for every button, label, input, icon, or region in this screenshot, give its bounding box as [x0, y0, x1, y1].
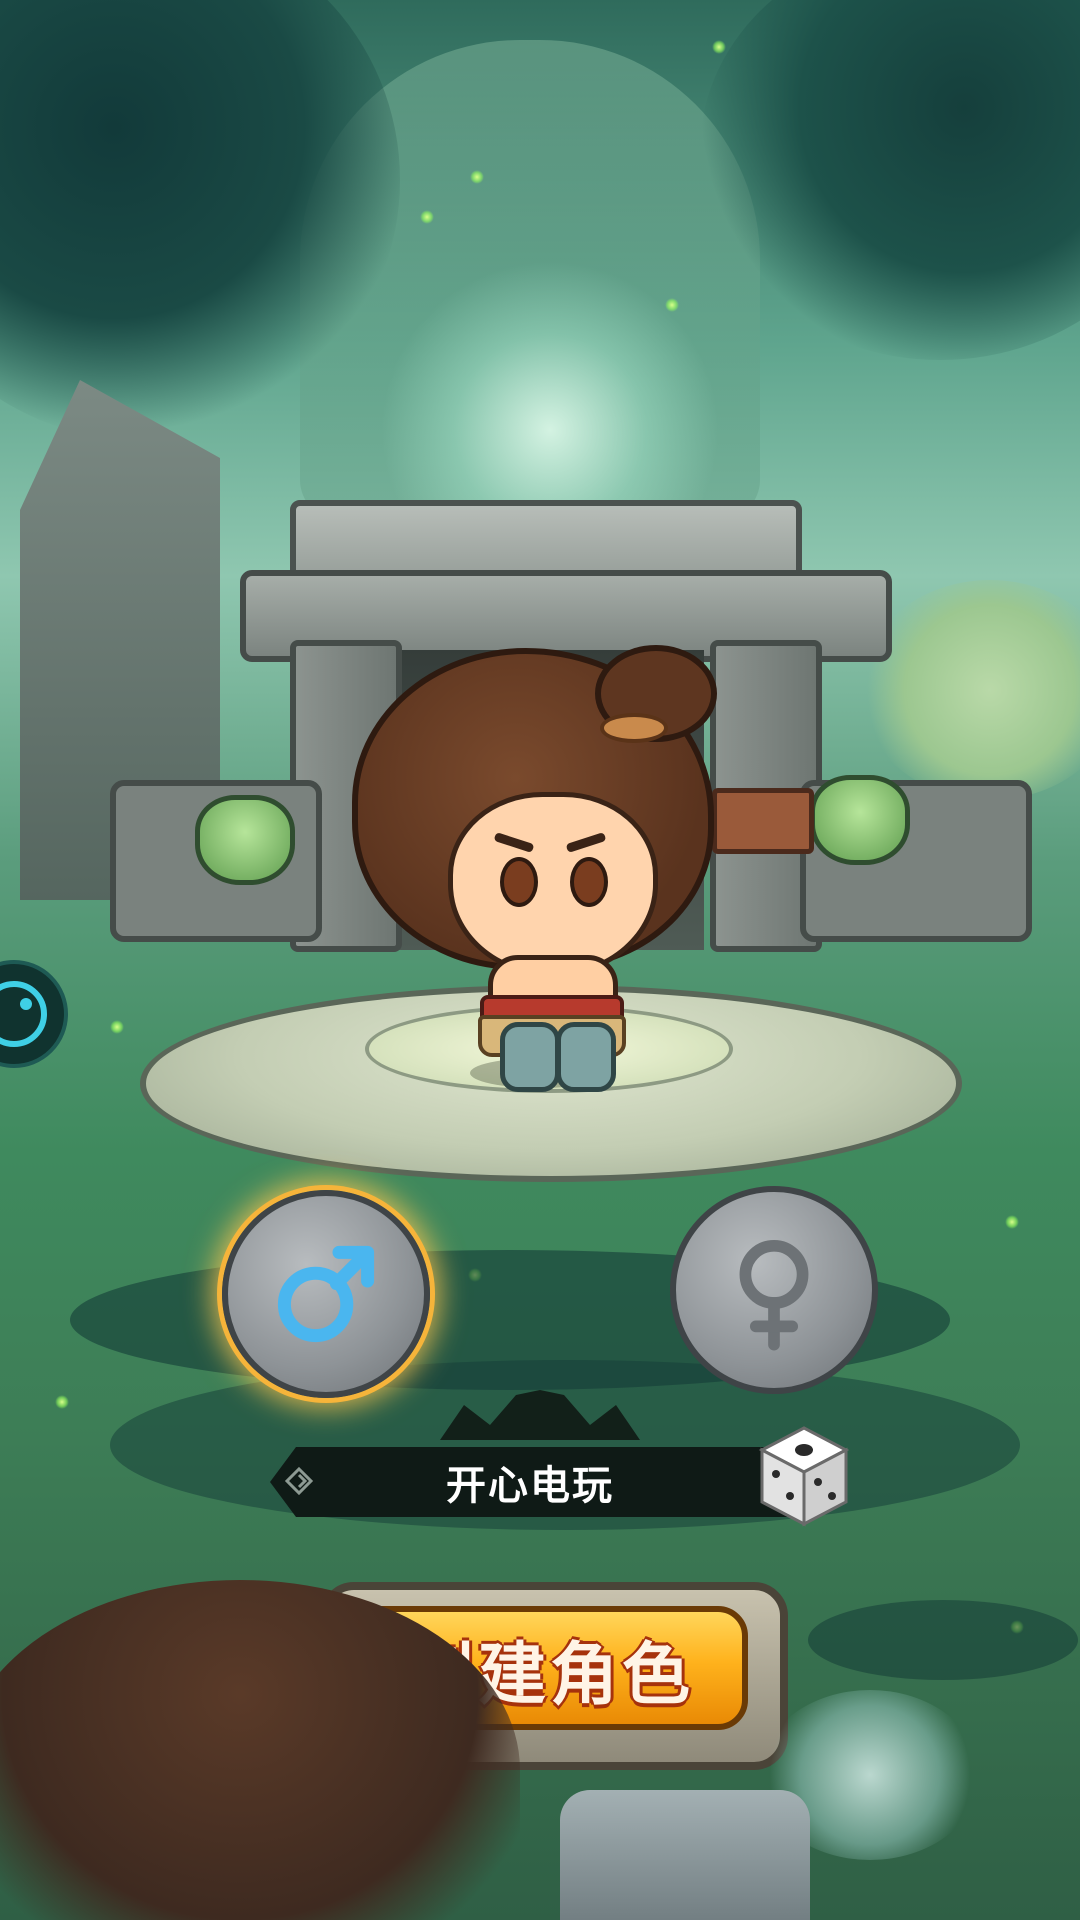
- foreground-rock: [560, 1790, 810, 1920]
- swirl-ornament-icon: [284, 1466, 314, 1496]
- watermark-logo: [0, 960, 68, 1068]
- firefly: [665, 298, 679, 312]
- firefly: [1005, 1215, 1019, 1229]
- bush-right: [860, 580, 1080, 800]
- lily-pad-right: [808, 1600, 1078, 1680]
- character-eye-right: [570, 857, 608, 907]
- green-pot-right: [810, 775, 910, 865]
- character-boot-left: [500, 1022, 560, 1092]
- character-name-text: 开心电玩: [446, 1463, 614, 1509]
- firefly: [110, 1020, 124, 1034]
- character-hair-band: [600, 713, 668, 743]
- female-symbol-icon: [739, 1239, 809, 1351]
- watermark-logo-icon: [0, 981, 47, 1047]
- firefly: [420, 210, 434, 224]
- character-eye-left: [500, 857, 538, 907]
- male-gender-button[interactable]: [222, 1190, 430, 1398]
- firefly: [470, 170, 484, 184]
- character-name-field[interactable]: 开心电玩: [270, 1447, 790, 1517]
- firefly: [55, 1395, 69, 1409]
- game-scene: 开心电玩 创建角色: [0, 0, 1080, 1920]
- green-pot-left: [195, 795, 295, 885]
- dice-icon[interactable]: [756, 1424, 852, 1528]
- character-boot-right: [556, 1022, 616, 1092]
- male-symbol-icon: [277, 1245, 375, 1343]
- wooden-chest: [712, 788, 814, 854]
- character-face: [448, 792, 658, 977]
- firefly: [712, 40, 726, 54]
- female-gender-button[interactable]: [670, 1186, 878, 1394]
